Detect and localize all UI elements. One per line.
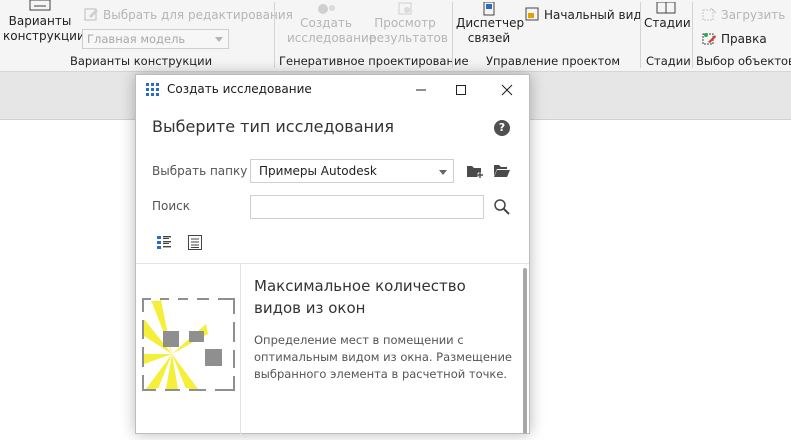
create-study-icon: [318, 4, 335, 14]
select-for-edit-button[interactable]: Выбрать для редактирования: [84, 7, 293, 22]
study-item-title[interactable]: Максимальное количество видов из окон: [254, 275, 504, 319]
ribbon-separator: [640, 2, 641, 68]
maximize-icon: [456, 85, 466, 95]
vertical-scrollbar[interactable]: [523, 268, 527, 434]
minimize-icon: [416, 89, 426, 91]
ribbon: Варианты конструкции Выбрать для редакти…: [0, 0, 791, 72]
add-folder-icon: [467, 166, 483, 178]
minimize-button[interactable]: [401, 75, 441, 105]
dialog-heading: Выберите тип исследования: [152, 117, 395, 136]
study-list: Максимальное количество видов из окон Оп…: [136, 263, 529, 436]
load-selection-label: Загрузить: [721, 7, 786, 22]
open-folder-icon: [494, 165, 510, 177]
edit-selection-icon: [702, 33, 716, 45]
load-selection-button[interactable]: Загрузить: [702, 7, 785, 22]
group-title-stages: Стадии: [646, 54, 691, 68]
ribbon-separator: [692, 2, 693, 68]
manage-links-icon: [483, 2, 495, 16]
list-view-icon: [188, 234, 202, 250]
maximize-button[interactable]: [441, 75, 481, 105]
manage-links-button[interactable]: Диспетчер связей: [456, 2, 525, 46]
ribbon-separator: [274, 2, 275, 68]
tile-view-icon: [157, 236, 171, 249]
view-results-button[interactable]: Просмотр результатов: [369, 2, 448, 46]
new-folder-button[interactable]: [465, 161, 485, 181]
create-study-label: Создать исследование: [287, 16, 377, 45]
starting-view-label: Начальный вид: [544, 7, 642, 22]
starting-view-button[interactable]: Начальный вид: [525, 7, 642, 22]
edit-selection-label: Правка: [721, 31, 767, 46]
window-views-thumbnail: [142, 298, 235, 391]
search-label: Поиск: [152, 199, 191, 213]
manage-links-label: Диспетчер связей: [456, 16, 525, 45]
main-model-value: Главная модель: [87, 32, 186, 46]
ribbon-separator: [452, 2, 453, 68]
load-icon: [702, 7, 717, 21]
search-icon: [494, 199, 510, 215]
close-icon: [501, 84, 513, 96]
group-title-generative: Генеративное проектирование: [279, 54, 469, 68]
dialog-titlebar[interactable]: Создать исследование: [136, 75, 529, 105]
open-folder-button[interactable]: [492, 161, 512, 181]
group-title-selection: Выбор объектов: [696, 54, 791, 68]
phases-label: Стадии: [644, 16, 691, 30]
phases-icon: [656, 2, 676, 14]
list-view-button[interactable]: [185, 232, 205, 252]
main-model-select[interactable]: Главная модель: [82, 29, 229, 49]
group-title-variants: Варианты конструкции: [70, 54, 213, 68]
edit-selection-button[interactable]: Правка: [702, 31, 767, 46]
list-item-thumbnail-column[interactable]: [136, 264, 241, 436]
dialog-title: Создать исследование: [167, 82, 312, 96]
chevron-down-icon: [215, 37, 223, 42]
create-study-button[interactable]: Создать исследование: [287, 2, 377, 46]
create-study-dialog: Создать исследование Выберите тип исслед…: [135, 74, 530, 436]
help-icon[interactable]: ?: [494, 120, 510, 136]
folder-label: Выбрать папку: [152, 164, 248, 178]
folder-select[interactable]: Примеры Autodesk: [250, 159, 454, 183]
starting-view-icon: [525, 7, 539, 21]
grid-app-icon: [146, 83, 159, 96]
design-options-label: Варианты конструкции: [3, 14, 85, 43]
phases-button[interactable]: Стадии: [644, 2, 691, 31]
edit-select-icon: [84, 8, 98, 21]
close-button[interactable]: [487, 75, 527, 105]
design-options-button[interactable]: Варианты конструкции: [3, 0, 85, 44]
group-title-project: Управление проектом: [486, 54, 621, 68]
select-for-edit-label: Выбрать для редактирования: [103, 7, 293, 22]
view-results-icon: [398, 2, 412, 15]
chevron-down-icon: [439, 170, 447, 175]
search-button[interactable]: [492, 197, 512, 217]
view-results-label: Просмотр результатов: [369, 16, 448, 45]
study-item-description: Определение мест в помещении с оптимальн…: [254, 333, 513, 381]
tile-view-button[interactable]: [154, 232, 174, 252]
search-input[interactable]: [250, 195, 484, 219]
design-options-icon: [29, 0, 51, 11]
folder-value: Примеры Autodesk: [259, 164, 377, 178]
